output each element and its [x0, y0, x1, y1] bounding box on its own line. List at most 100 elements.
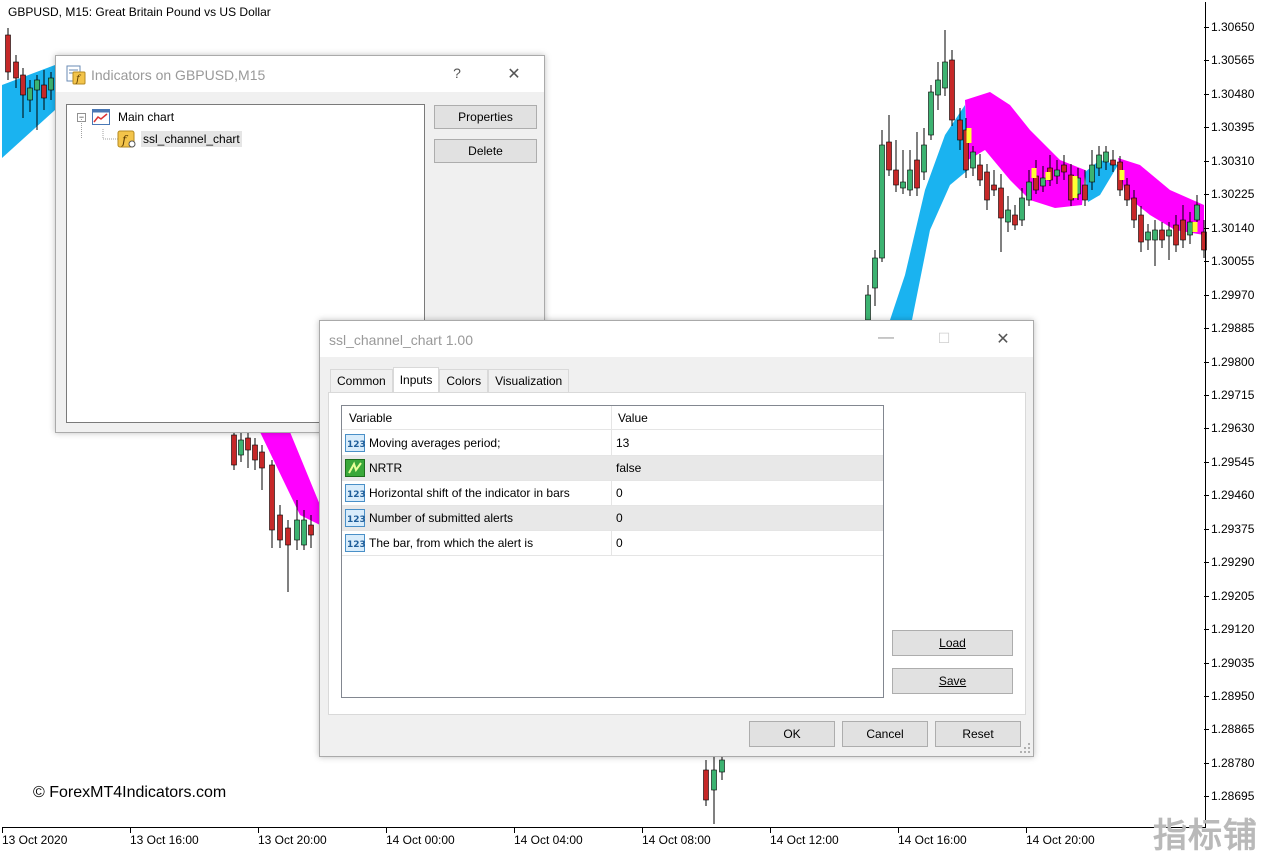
price-tick — [1204, 662, 1209, 664]
close-icon[interactable]: ✕ — [502, 64, 526, 84]
table-row[interactable]: 123 Number of submitted alerts 0 — [342, 506, 883, 531]
price-tick — [1204, 729, 1209, 731]
price-label: 1.28950 — [1211, 689, 1255, 703]
value-cell[interactable]: false — [616, 456, 641, 480]
price-label: 1.29715 — [1211, 387, 1255, 402]
time-label: 14 Oct 16:00 — [898, 833, 967, 847]
time-label: 14 Oct 04:00 — [514, 833, 583, 847]
save-button[interactable]: Save — [892, 668, 1013, 694]
table-row[interactable]: NRTR false — [342, 456, 883, 481]
properties-button[interactable]: Properties — [434, 105, 537, 129]
numeric-icon: 123 — [345, 484, 365, 502]
price-label: 1.29205 — [1211, 588, 1255, 603]
price-label: 1.30565 — [1211, 53, 1255, 68]
price-tick — [1204, 461, 1209, 463]
price-label: 1.29970 — [1211, 287, 1255, 302]
price-tick — [1204, 696, 1209, 697]
price-label: 1.29035 — [1211, 655, 1255, 670]
price-label: 1.30140 — [1211, 220, 1255, 235]
price-label: 1.29885 — [1211, 321, 1255, 336]
price-label: 1.29375 — [1211, 521, 1255, 536]
price-label: 1.29800 — [1211, 354, 1255, 369]
price-label: 1.28695 — [1211, 789, 1255, 804]
inputs-grid[interactable]: Variable Value 123 Moving averages period… — [341, 405, 884, 698]
resize-grip-icon[interactable] — [1019, 742, 1031, 754]
table-row[interactable]: 123 The bar, from which the alert is 0 — [342, 531, 883, 556]
tab-colors[interactable]: Colors — [439, 369, 489, 393]
table-row[interactable]: 123 Horizontal shift of the indicator in … — [342, 481, 883, 506]
price-tick — [1204, 127, 1209, 129]
delete-button[interactable]: Delete — [434, 139, 537, 163]
time-label: 14 Oct 00:00 — [386, 833, 455, 847]
indicator-function-icon: f — [117, 130, 136, 148]
price-label: 1.30650 — [1211, 20, 1255, 34]
ok-button[interactable]: OK — [749, 721, 835, 747]
price-label: 1.30225 — [1211, 187, 1255, 202]
tree-item-ssl-channel-chart[interactable]: f ssl_channel_chart — [117, 129, 242, 149]
price-tick — [1204, 562, 1209, 564]
numeric-icon: 123 — [345, 534, 365, 552]
svg-text:123: 123 — [347, 440, 365, 450]
indicators-titlebar[interactable]: f Indicators on GBPUSD,M15 ? ✕ — [56, 56, 544, 92]
indicators-window-icon: f — [66, 65, 86, 85]
variable-cell: Horizontal shift of the indicator in bar… — [369, 486, 570, 500]
price-tick — [1204, 93, 1209, 95]
price-tick — [1204, 60, 1209, 62]
price-label: 1.29290 — [1211, 555, 1255, 570]
variable-cell: The bar, from which the alert is — [369, 536, 534, 550]
price-tick — [1204, 328, 1209, 330]
svg-text:123: 123 — [347, 515, 365, 525]
price-tick — [1204, 629, 1209, 631]
reset-button[interactable]: Reset — [935, 721, 1021, 747]
price-label: 1.29120 — [1211, 622, 1255, 637]
header-value[interactable]: Value — [618, 406, 648, 430]
tab-visualization[interactable]: Visualization — [488, 369, 570, 393]
variable-cell: Number of submitted alerts — [369, 511, 514, 525]
tree-label-ssl-channel-chart: ssl_channel_chart — [141, 131, 242, 147]
load-button[interactable]: Load — [892, 630, 1013, 656]
value-cell[interactable]: 0 — [616, 481, 623, 505]
cancel-button[interactable]: Cancel — [842, 721, 928, 747]
price-tick — [1204, 762, 1209, 764]
load-label: Load — [939, 636, 966, 650]
tab-common[interactable]: Common — [330, 369, 393, 393]
minimize-icon[interactable]: — — [874, 329, 898, 347]
price-tick — [1204, 495, 1209, 497]
corner-watermark: 指标铺 — [1153, 817, 1258, 854]
value-cell[interactable]: 0 — [616, 531, 623, 555]
price-tick — [1204, 227, 1209, 229]
table-row[interactable]: 123 Moving averages period; 13 — [342, 431, 883, 456]
price-tick — [1204, 428, 1209, 430]
numeric-icon: 123 — [345, 509, 365, 527]
properties-tabs: Common Inputs Colors Visualization — [330, 367, 570, 393]
price-label: 1.28780 — [1211, 755, 1255, 770]
tab-inputs[interactable]: Inputs — [392, 367, 440, 393]
price-tick — [1204, 294, 1209, 296]
price-label: 1.29630 — [1211, 421, 1255, 436]
price-tick — [1204, 261, 1209, 263]
price-tick — [1204, 194, 1209, 196]
close-icon[interactable]: ✕ — [991, 329, 1015, 349]
value-cell[interactable]: 0 — [616, 506, 623, 530]
numeric-icon: 123 — [345, 434, 365, 452]
price-tick — [1204, 394, 1209, 396]
inputs-panel: Variable Value 123 Moving averages period… — [328, 392, 1026, 715]
indicator-properties-window: ssl_channel_chart 1.00 — ☐ ✕ Common Inpu… — [319, 320, 1034, 757]
chart-title: GBPUSD, M15: Great Britain Pound vs US D… — [8, 5, 271, 19]
price-tick — [1204, 528, 1209, 530]
price-label: 1.29460 — [1211, 488, 1255, 503]
price-label: 1.30055 — [1211, 254, 1255, 269]
header-variable[interactable]: Variable — [349, 406, 392, 430]
svg-text:123: 123 — [347, 490, 365, 500]
price-label: 1.30310 — [1211, 153, 1255, 168]
properties-window-title: ssl_channel_chart 1.00 — [329, 332, 473, 348]
time-label: 13 Oct 2020 — [2, 833, 68, 847]
properties-titlebar[interactable]: ssl_channel_chart 1.00 — ☐ ✕ — [320, 321, 1033, 357]
value-cell[interactable]: 13 — [616, 431, 629, 455]
indicators-window-title: Indicators on GBPUSD,M15 — [91, 67, 266, 83]
time-label: 13 Oct 16:00 — [130, 833, 199, 847]
price-label: 1.29545 — [1211, 454, 1255, 469]
help-button[interactable]: ? — [445, 65, 469, 81]
price-tick — [1204, 796, 1209, 798]
time-label: 13 Oct 20:00 — [258, 833, 327, 847]
